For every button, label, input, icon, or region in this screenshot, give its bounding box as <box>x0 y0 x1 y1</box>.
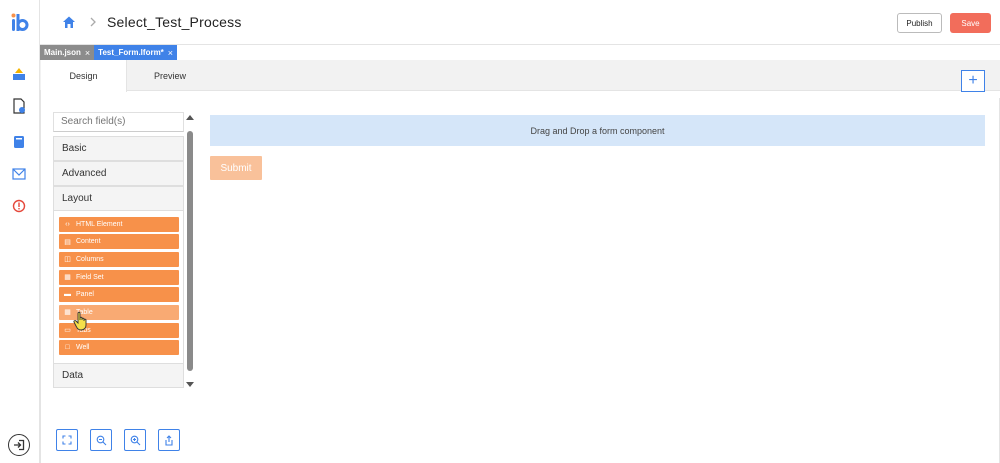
group-layout[interactable]: Layout <box>53 185 184 211</box>
document-info-icon[interactable] <box>11 98 27 114</box>
file-tabs: Main.json × Test_Form.lform* × <box>40 45 178 60</box>
group-advanced[interactable]: Advanced <box>53 160 184 186</box>
file-tab-main-json[interactable]: Main.json × <box>40 45 95 60</box>
component-well[interactable]: □ Well <box>59 340 179 356</box>
app-window: Select_Test_Process Publish Save Main.js… <box>0 0 1000 463</box>
file-tab-label: Main.json <box>44 48 81 57</box>
component-html-element[interactable]: ‹› HTML Element <box>59 216 179 232</box>
table-icon: ▦ <box>64 309 71 317</box>
view-tabs: Design Preview + <box>40 60 1000 92</box>
component-sidebar: Basic Advanced Layout ‹› HTML Element ▤ … <box>53 111 184 388</box>
component-panel[interactable]: ▬ Panel <box>59 287 179 303</box>
divider <box>40 91 41 463</box>
home-icon[interactable] <box>62 15 76 29</box>
submit-button[interactable]: Submit <box>210 156 262 180</box>
folder-icon: ▭ <box>64 327 71 335</box>
document-icon: ▤ <box>64 238 71 246</box>
sidebar-scrollbar[interactable] <box>186 115 194 387</box>
export-icon[interactable] <box>158 429 180 451</box>
columns-icon: ◫ <box>64 256 71 264</box>
zoom-out-icon[interactable] <box>90 429 112 451</box>
panel-icon: ▬ <box>64 291 71 299</box>
code-icon: ‹› <box>65 220 70 228</box>
process-icon[interactable] <box>11 66 27 82</box>
top-header: Select_Test_Process Publish Save <box>40 0 1000 45</box>
component-columns[interactable]: ◫ Columns <box>59 251 179 267</box>
alert-icon[interactable] <box>11 198 27 214</box>
group-data[interactable]: Data <box>53 362 184 388</box>
close-icon[interactable]: × <box>168 48 173 58</box>
publish-button[interactable]: Publish <box>897 13 942 33</box>
tab-preview[interactable]: Preview <box>140 60 200 91</box>
close-icon[interactable]: × <box>85 48 90 58</box>
left-rail <box>0 0 40 463</box>
component-content[interactable]: ▤ Content <box>59 234 179 250</box>
add-icon[interactable]: + <box>961 70 985 92</box>
fieldset-icon: ▦ <box>64 274 71 282</box>
layout-components: ‹› HTML Element ▤ Content ◫ Columns ▦ Fi… <box>53 210 184 363</box>
form-dropzone[interactable]: Drag and Drop a form component <box>210 115 985 146</box>
chevron-right-icon <box>90 17 96 27</box>
app-logo[interactable] <box>9 12 31 34</box>
logout-icon[interactable] <box>8 434 30 456</box>
square-icon: □ <box>65 344 70 352</box>
tab-design[interactable]: Design <box>41 60 127 92</box>
save-button[interactable]: Save <box>950 13 991 33</box>
component-field-set[interactable]: ▦ Field Set <box>59 269 179 285</box>
mail-icon[interactable] <box>11 166 27 182</box>
component-label: Field Set <box>76 273 104 281</box>
file-tab-test-form[interactable]: Test_Form.lform* × <box>94 45 178 60</box>
component-label: Columns <box>76 255 104 263</box>
component-label: Content <box>76 238 101 246</box>
component-label: Panel <box>76 291 94 299</box>
form-icon[interactable] <box>11 134 27 150</box>
group-basic[interactable]: Basic <box>53 135 184 161</box>
component-label: HTML Element <box>76 220 123 228</box>
hand-cursor-icon <box>73 311 87 331</box>
search-input[interactable] <box>53 111 184 132</box>
component-label: Well <box>76 344 90 352</box>
zoom-in-icon[interactable] <box>124 429 146 451</box>
scroll-down-arrow-icon[interactable] <box>186 382 194 387</box>
page-title: Select_Test_Process <box>107 14 242 30</box>
fit-screen-icon[interactable] <box>56 429 78 451</box>
file-tab-label: Test_Form.lform* <box>98 48 164 57</box>
scroll-up-arrow-icon[interactable] <box>186 115 194 120</box>
scrollbar-thumb[interactable] <box>187 131 193 371</box>
